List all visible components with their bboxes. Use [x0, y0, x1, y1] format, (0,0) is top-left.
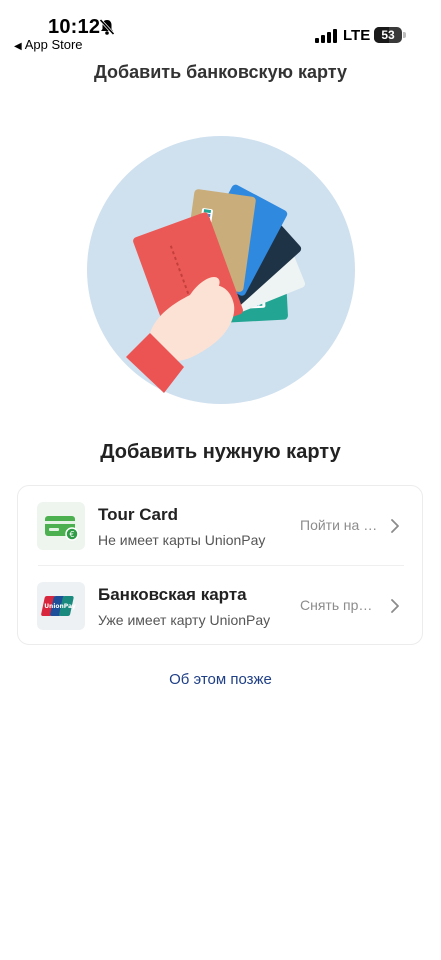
option-action: Снять привязку — [300, 597, 380, 613]
option-bank-card[interactable]: UnionPay Банковская карта Уже имеет карт… — [18, 566, 424, 645]
later-link[interactable]: Об этом позже — [0, 671, 441, 688]
green-card-icon: € — [37, 502, 85, 550]
status-bar: 10:12 ◀ App Store LTE 53 — [0, 0, 441, 56]
section-title: Добавить нужную карту — [100, 441, 341, 463]
back-triangle-icon: ◀ — [14, 41, 22, 52]
chevron-right-icon — [391, 519, 399, 533]
battery-tip — [403, 32, 406, 38]
card-options-list: € Tour Card Не имеет карты UnionPay Пойт… — [17, 485, 423, 645]
page-title: Добавить банковскую карту — [93, 62, 348, 82]
option-tour-card[interactable]: € Tour Card Не имеет карты UnionPay Пойт… — [18, 486, 424, 565]
option-title: Банковская карта — [98, 585, 247, 604]
option-subtitle: Не имеет карты UnionPay — [98, 532, 266, 548]
svg-text:UnionPay: UnionPay — [44, 603, 76, 610]
status-time: 10:12 — [48, 16, 101, 38]
back-app-label: App Store — [24, 37, 83, 52]
hand-holding-cards-illustration — [87, 136, 355, 404]
battery-level: 53 — [381, 28, 395, 42]
option-action: Пойти на кассу — [300, 517, 380, 533]
cellular-signal-icon — [315, 29, 337, 43]
bell-muted-icon — [99, 18, 115, 36]
option-title: Tour Card — [98, 505, 178, 524]
chevron-right-icon — [391, 599, 399, 613]
battery-icon: 53 — [374, 27, 402, 43]
back-to-app-store[interactable]: ◀ App Store — [14, 37, 83, 52]
unionpay-card-icon: UnionPay — [37, 582, 85, 630]
option-subtitle: Уже имеет карту UnionPay — [98, 612, 271, 628]
network-type: LTE — [343, 27, 371, 44]
svg-text:€: € — [69, 530, 74, 539]
